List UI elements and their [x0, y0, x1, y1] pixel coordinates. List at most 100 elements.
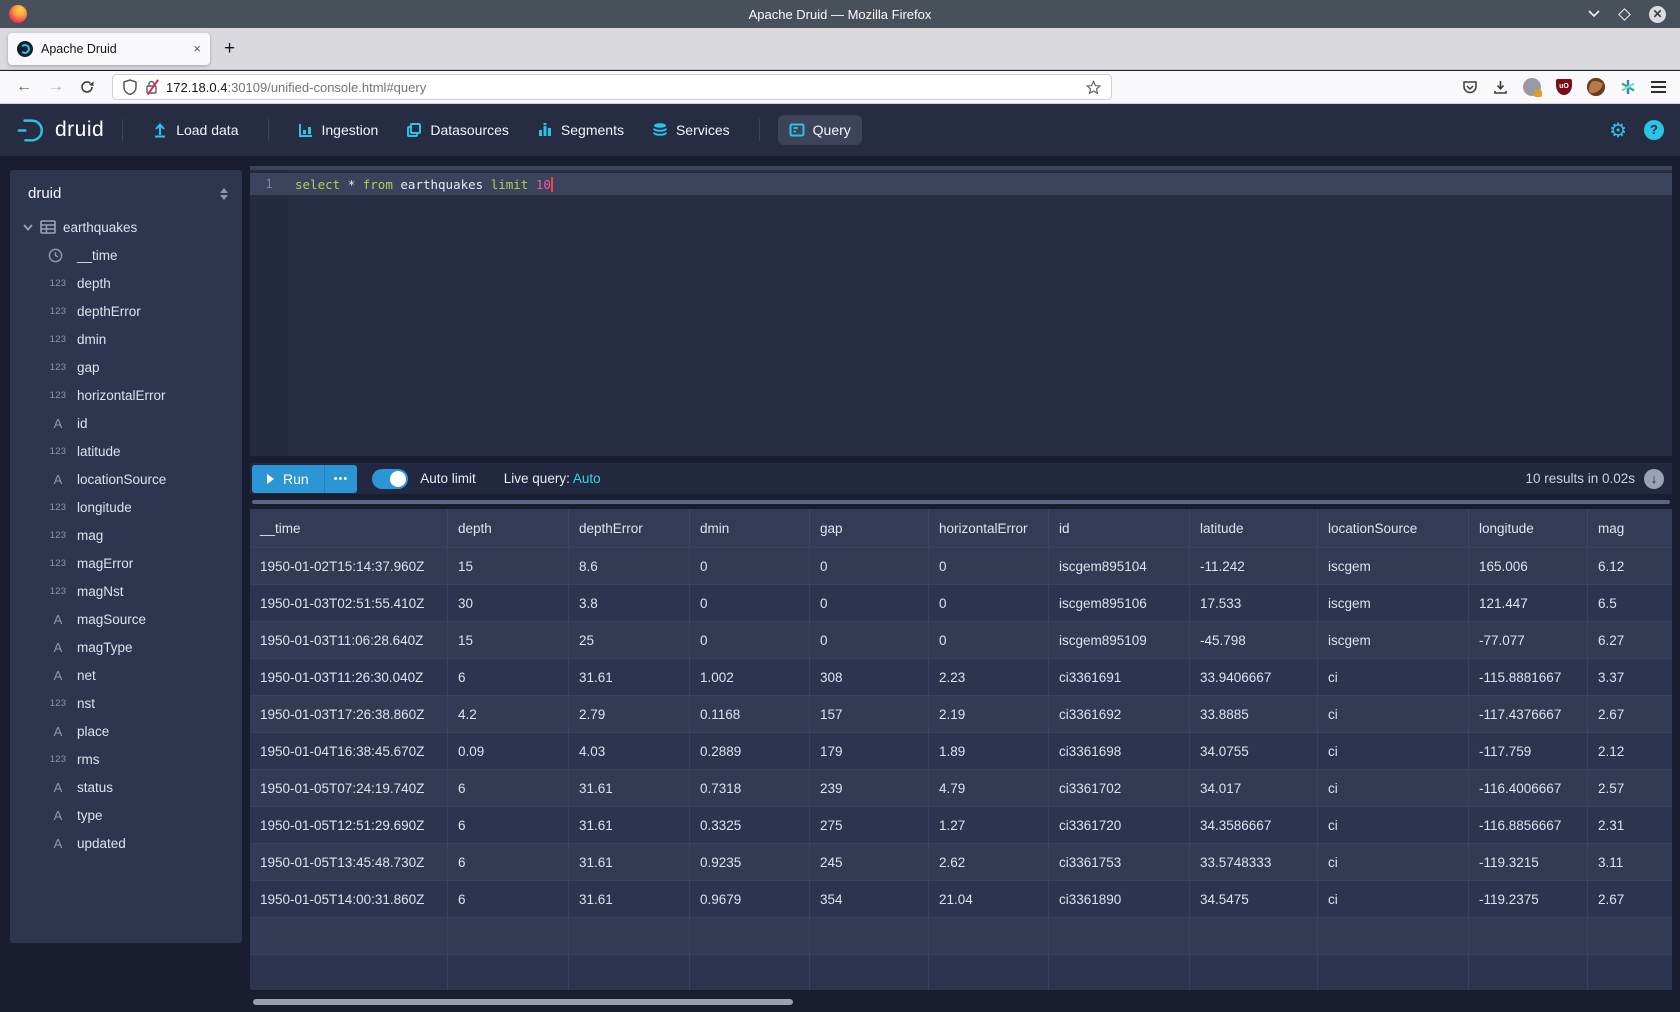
- table-cell[interactable]: 239: [810, 770, 929, 806]
- sidebar-column-locationSource[interactable]: AlocationSource: [10, 465, 242, 493]
- table-cell[interactable]: 0.2889: [690, 733, 810, 769]
- table-cell[interactable]: 6: [448, 770, 569, 806]
- table-cell[interactable]: [1049, 918, 1190, 954]
- maximize-icon[interactable]: [1618, 8, 1631, 21]
- table-cell[interactable]: 121.447: [1469, 585, 1588, 621]
- table-cell[interactable]: -116.4006667: [1469, 770, 1588, 806]
- table-cell[interactable]: [448, 918, 569, 954]
- live-query-label[interactable]: Live query: Auto: [504, 471, 601, 486]
- table-cell[interactable]: 0: [690, 585, 810, 621]
- table-cell[interactable]: 1950-01-05T14:00:31.860Z: [250, 881, 448, 917]
- sidebar-column-magError[interactable]: 123magError: [10, 549, 242, 577]
- table-cell[interactable]: [1318, 918, 1469, 954]
- column-header-id[interactable]: id: [1049, 509, 1190, 547]
- tab-close-icon[interactable]: ×: [193, 41, 201, 56]
- table-cell[interactable]: 17.533: [1190, 585, 1318, 621]
- table-cell[interactable]: -115.8881667: [1469, 659, 1588, 695]
- druid-logo[interactable]: druid: [16, 115, 104, 145]
- table-cell[interactable]: 0.9679: [690, 881, 810, 917]
- table-cell[interactable]: ci: [1318, 733, 1469, 769]
- table-cell[interactable]: 6: [448, 659, 569, 695]
- sidebar-column-depthError[interactable]: 123depthError: [10, 297, 242, 325]
- table-cell[interactable]: 1950-01-05T12:51:29.690Z: [250, 807, 448, 843]
- table-cell[interactable]: 0.1168: [690, 696, 810, 732]
- table-cell[interactable]: ci3361691: [1049, 659, 1190, 695]
- table-cell[interactable]: ci: [1318, 844, 1469, 880]
- table-cell[interactable]: 31.61: [569, 770, 690, 806]
- table-cell[interactable]: 1950-01-03T02:51:55.410Z: [250, 585, 448, 621]
- table-cell[interactable]: 0: [810, 548, 929, 584]
- table-cell[interactable]: 3.8: [569, 585, 690, 621]
- table-cell[interactable]: ci3361753: [1049, 844, 1190, 880]
- sidebar-column-longitude[interactable]: 123longitude: [10, 493, 242, 521]
- download-icon[interactable]: [1493, 80, 1508, 95]
- sidebar-column-dmin[interactable]: 123dmin: [10, 325, 242, 353]
- table-cell[interactable]: 31.61: [569, 807, 690, 843]
- sidebar-column-nst[interactable]: 123nst: [10, 689, 242, 717]
- table-cell[interactable]: 1950-01-05T13:45:48.730Z: [250, 844, 448, 880]
- table-cell[interactable]: -45.798: [1190, 622, 1318, 658]
- column-header-gap[interactable]: gap: [810, 509, 929, 547]
- menu-icon[interactable]: [1651, 81, 1666, 93]
- table-cell[interactable]: 3.37: [1588, 659, 1672, 695]
- sidebar-column-mag[interactable]: 123mag: [10, 521, 242, 549]
- table-cell[interactable]: 34.0755: [1190, 733, 1318, 769]
- table-cell[interactable]: 4.03: [569, 733, 690, 769]
- table-cell[interactable]: [1049, 955, 1190, 990]
- table-cell[interactable]: [448, 955, 569, 990]
- auto-limit-toggle[interactable]: [372, 469, 408, 489]
- table-cell[interactable]: [929, 955, 1049, 990]
- sidebar-column-horizontalError[interactable]: 123horizontalError: [10, 381, 242, 409]
- table-cell[interactable]: 165.006: [1469, 548, 1588, 584]
- table-cell[interactable]: 1.27: [929, 807, 1049, 843]
- table-cell[interactable]: 2.67: [1588, 881, 1672, 917]
- table-cell[interactable]: 2.62: [929, 844, 1049, 880]
- table-cell[interactable]: 2.79: [569, 696, 690, 732]
- sidebar-column-net[interactable]: Anet: [10, 661, 242, 689]
- table-cell[interactable]: -119.2375: [1469, 881, 1588, 917]
- table-cell[interactable]: 1950-01-03T17:26:38.860Z: [250, 696, 448, 732]
- nav-query[interactable]: Query: [778, 115, 862, 145]
- download-results-icon[interactable]: ↓: [1644, 469, 1664, 489]
- table-cell[interactable]: ci: [1318, 807, 1469, 843]
- sidebar-column-place[interactable]: Aplace: [10, 717, 242, 745]
- table-cell[interactable]: ci3361702: [1049, 770, 1190, 806]
- sidebar-column-latitude[interactable]: 123latitude: [10, 437, 242, 465]
- cookie-icon[interactable]: [1587, 78, 1605, 96]
- table-cell[interactable]: ci3361698: [1049, 733, 1190, 769]
- help-icon[interactable]: ?: [1644, 120, 1664, 140]
- settings-gear-icon[interactable]: ⚙: [1609, 118, 1627, 143]
- column-header-depthError[interactable]: depthError: [569, 509, 690, 547]
- column-header-dmin[interactable]: dmin: [690, 509, 810, 547]
- table-cell[interactable]: 0.7318: [690, 770, 810, 806]
- panel-splitter[interactable]: [252, 500, 1670, 504]
- nav-load-data[interactable]: Load data: [141, 115, 249, 145]
- column-header-__time[interactable]: __time: [250, 509, 448, 547]
- sidebar-column-magType[interactable]: AmagType: [10, 633, 242, 661]
- table-cell[interactable]: 34.5475: [1190, 881, 1318, 917]
- table-cell[interactable]: 1950-01-03T11:06:28.640Z: [250, 622, 448, 658]
- table-cell[interactable]: [1318, 955, 1469, 990]
- table-cell[interactable]: 0: [929, 585, 1049, 621]
- table-cell[interactable]: 6: [448, 881, 569, 917]
- nav-ingestion[interactable]: Ingestion: [287, 115, 390, 145]
- table-cell[interactable]: 308: [810, 659, 929, 695]
- nav-services[interactable]: Services: [641, 115, 741, 145]
- table-cell[interactable]: -11.242: [1190, 548, 1318, 584]
- table-cell[interactable]: ci3361890: [1049, 881, 1190, 917]
- table-cell[interactable]: 1950-01-03T11:26:30.040Z: [250, 659, 448, 695]
- table-cell[interactable]: 3.11: [1588, 844, 1672, 880]
- bookmark-star-icon[interactable]: [1086, 80, 1101, 95]
- table-cell[interactable]: 157: [810, 696, 929, 732]
- minimize-icon[interactable]: [1588, 10, 1600, 18]
- sidebar-column-magSource[interactable]: AmagSource: [10, 605, 242, 633]
- nav-datasources[interactable]: Datasources: [395, 115, 520, 145]
- sidebar-column-type[interactable]: Atype: [10, 801, 242, 829]
- run-more-button[interactable]: •••: [324, 465, 358, 493]
- table-cell[interactable]: 31.61: [569, 659, 690, 695]
- new-tab-button[interactable]: +: [224, 38, 235, 60]
- table-cell[interactable]: 2.31: [1588, 807, 1672, 843]
- table-cell[interactable]: 1950-01-05T07:24:19.740Z: [250, 770, 448, 806]
- sort-icon[interactable]: [220, 188, 228, 200]
- table-cell[interactable]: 2.67: [1588, 696, 1672, 732]
